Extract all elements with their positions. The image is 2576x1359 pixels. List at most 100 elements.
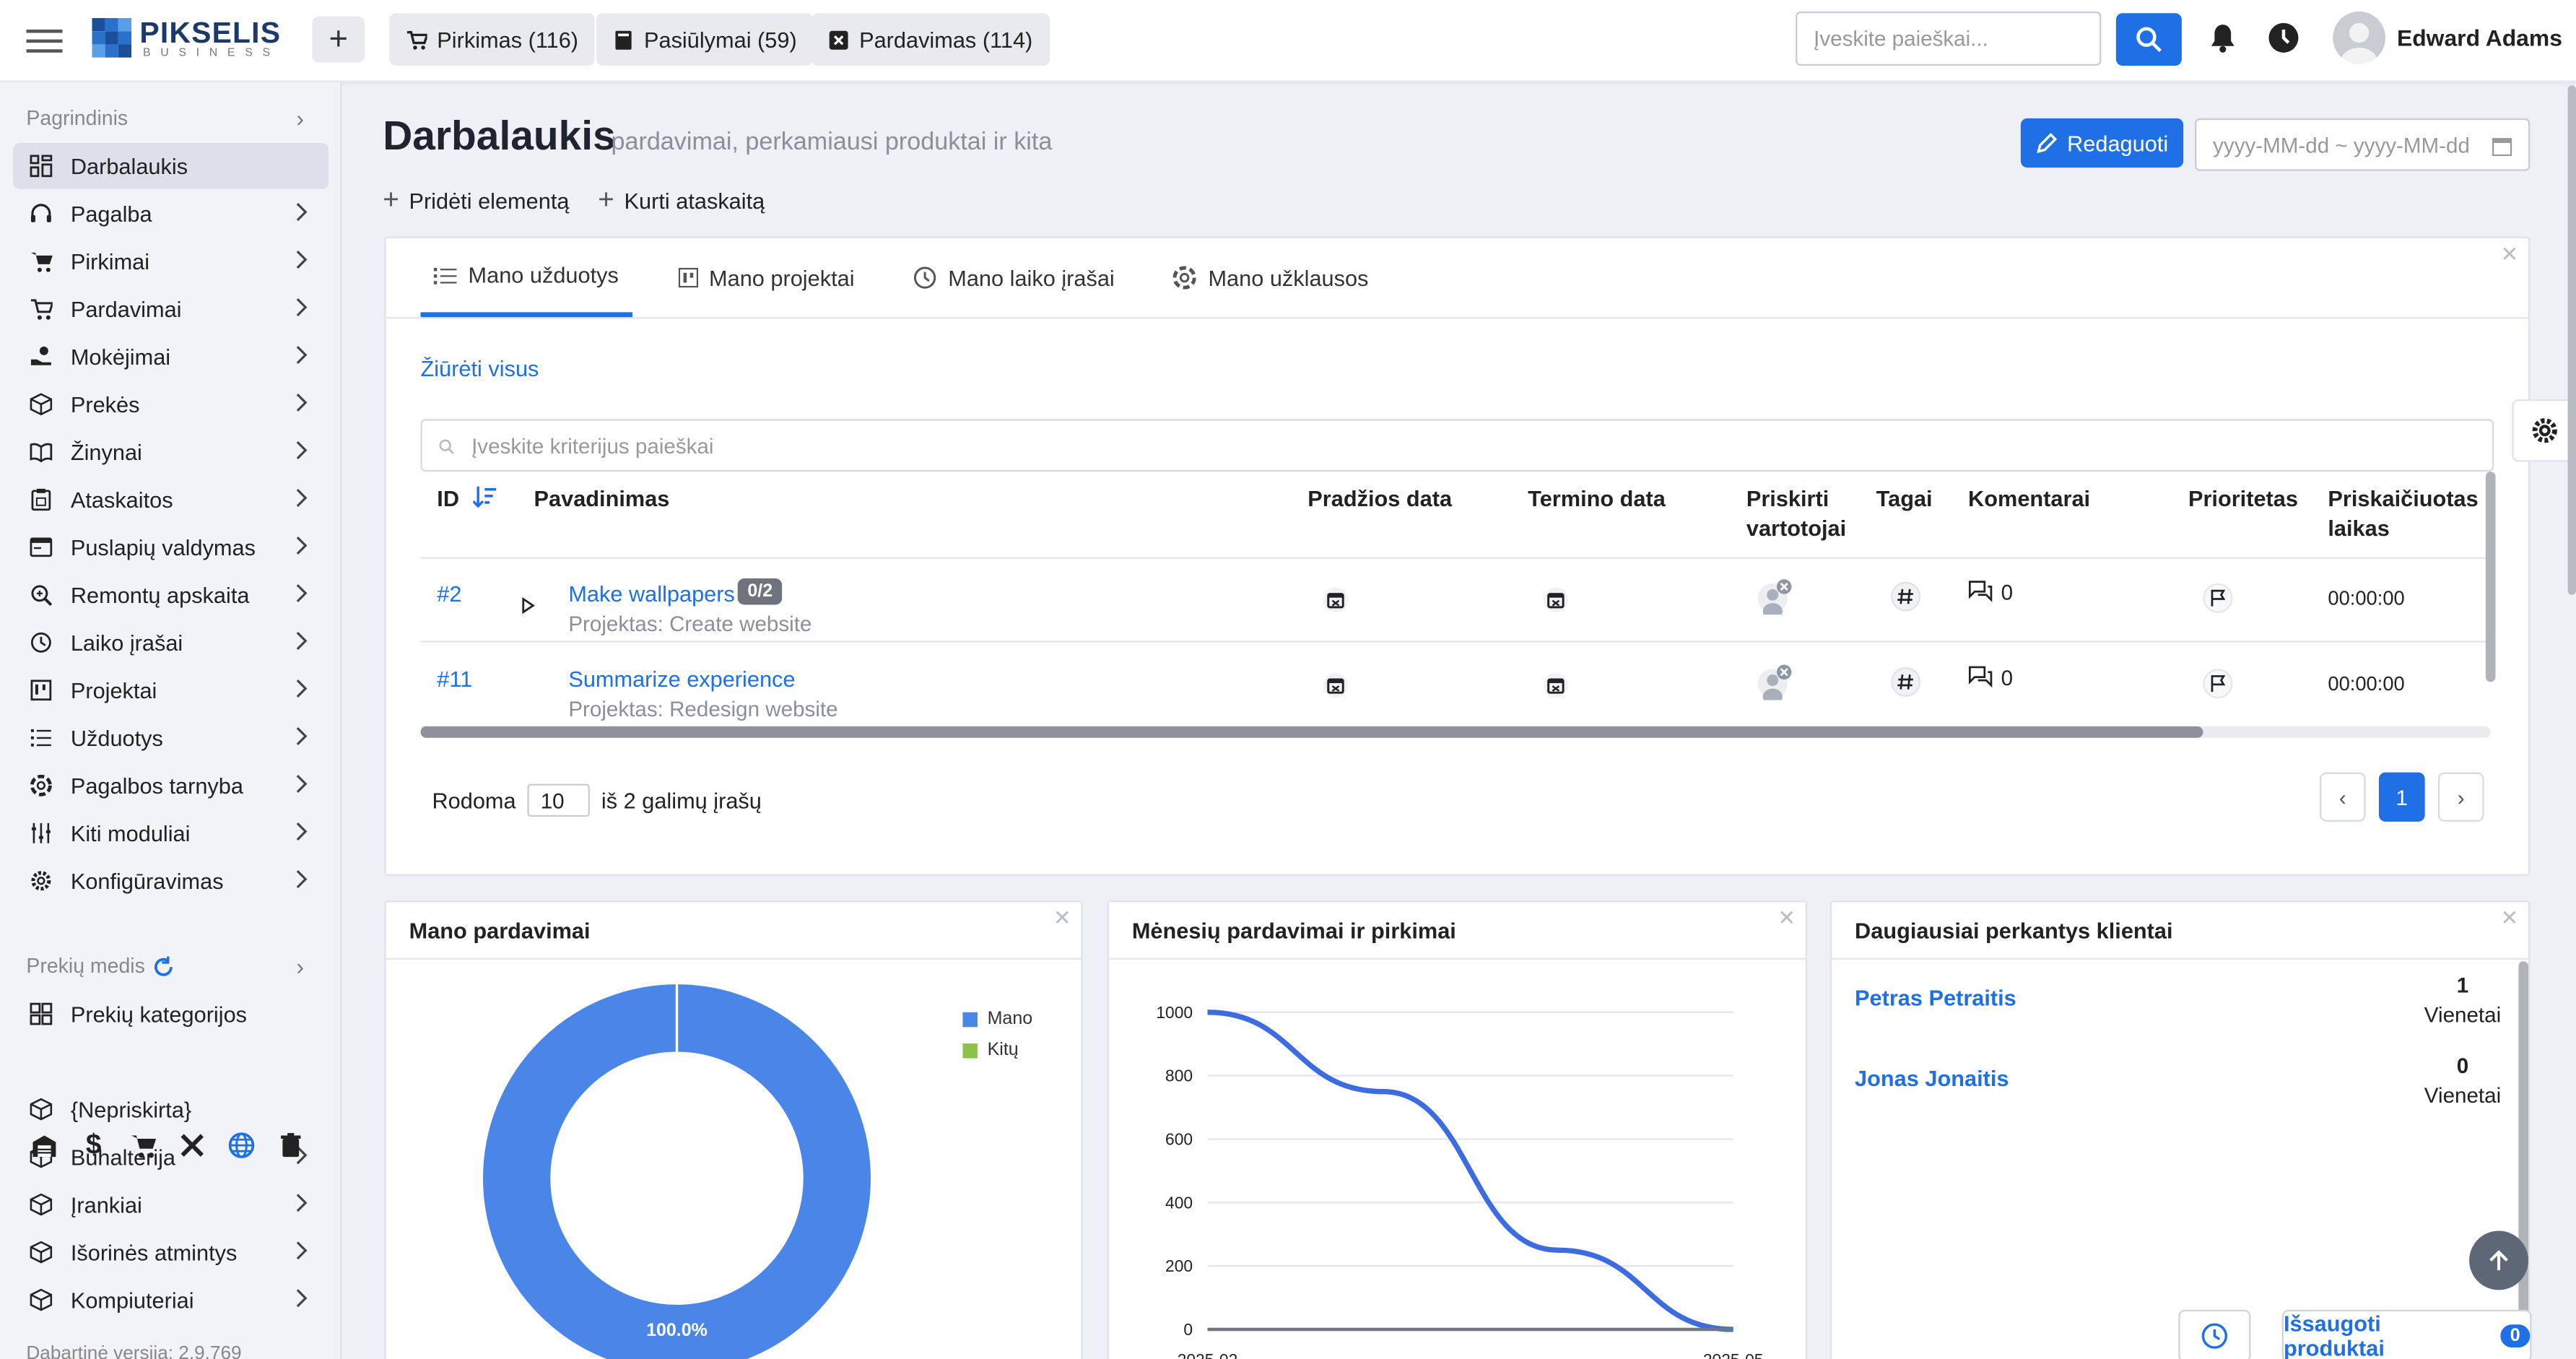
next-page-button[interactable]: › (2437, 772, 2484, 822)
tab-my-tasks[interactable]: Mano užduotys (420, 238, 632, 318)
close-icon[interactable]: ✕ (1777, 906, 1796, 932)
global-search-input[interactable]: Įveskite paieškai... (1796, 11, 2102, 66)
column-header-priority[interactable]: Prioritetas (2188, 485, 2298, 514)
tree-item-isorines-atmintys[interactable]: Išorinės atmintys (13, 1229, 328, 1275)
column-header-id[interactable]: ID (437, 485, 459, 514)
edit-button[interactable]: Redaguoti (2020, 118, 2184, 168)
tree-item-prekiu-kategorijos[interactable]: Prekių kategorijos (13, 991, 328, 1037)
assign-user-icon[interactable] (1757, 664, 1793, 700)
task-id-link[interactable]: #2 (437, 582, 461, 607)
sidebar-item-darbalaukis[interactable]: Darbalaukis (13, 142, 329, 189)
client-link[interactable]: Petras Petraitis (1855, 986, 2016, 1010)
tree-item-kompiuteriai[interactable]: Kompiuteriai (13, 1277, 328, 1323)
column-header-tags[interactable]: Tagai (1876, 485, 1933, 514)
sidebar-item-ataskaitos[interactable]: Ataskaitos (13, 477, 328, 523)
line-series-1[interactable] (1207, 1010, 1733, 1332)
start-date-calendar-icon[interactable] (1323, 672, 1349, 698)
view-all-link[interactable]: Žiūrėti visus (421, 357, 539, 381)
sidebar-item-projektai[interactable]: Projektai (13, 667, 328, 713)
scrollbar-thumb[interactable] (420, 726, 2203, 738)
tools-icon[interactable] (178, 1131, 207, 1160)
close-icon[interactable]: ✕ (2501, 242, 2519, 268)
tag-icon[interactable] (1891, 581, 1921, 612)
column-header-name[interactable]: Pavadinimas (534, 485, 670, 514)
settings-panel-toggle[interactable] (2512, 399, 2576, 462)
sidebar-item-pagalbos-tarnyba[interactable]: Pagalbos tarnyba (13, 763, 328, 809)
refresh-icon[interactable] (153, 956, 175, 978)
due-date-calendar-icon[interactable] (1543, 672, 1569, 698)
date-range-input[interactable]: yyyy-MM-dd ~ yyyy-MM-dd (2195, 118, 2531, 171)
sidebar-item-remontu-apskaita[interactable]: Remontų apskaita (13, 572, 328, 618)
tree-item-nepriskirta[interactable]: {Nepriskirta} (13, 1086, 328, 1132)
quick-purchases-button[interactable]: Pirkimas (116) (389, 13, 595, 66)
sidebar-item-laiko-irasai[interactable]: Laiko įrašai (13, 620, 328, 666)
sidebar-item-pardavimai[interactable]: Pardavimai (13, 286, 328, 332)
sidebar-item-kiti-moduliai[interactable]: Kiti moduliai (13, 810, 328, 856)
page-size-input[interactable]: 10 (527, 783, 590, 817)
tab-my-projects[interactable]: Mano projektai (665, 238, 868, 317)
priority-flag-icon[interactable] (2203, 669, 2233, 699)
comments-icon[interactable] (1968, 578, 1994, 604)
quick-sales-button[interactable]: Pardavimas (114) (811, 13, 1050, 66)
legend-item-mine[interactable]: Mano (962, 1009, 1032, 1029)
clock-icon[interactable] (2267, 22, 2300, 55)
globe-icon[interactable] (227, 1131, 256, 1160)
tab-my-tickets[interactable]: Mano užklausos (1160, 238, 1381, 317)
close-icon[interactable]: ✕ (1053, 906, 1071, 932)
chevron-right-icon[interactable]: › (296, 953, 304, 979)
trash-icon[interactable] (276, 1131, 305, 1160)
create-report-button[interactable]: + Kurti ataskaitą (598, 184, 765, 217)
sort-icon[interactable] (473, 486, 497, 508)
task-title-link[interactable]: Make wallpapers (568, 582, 735, 607)
logo[interactable]: PIKSELIS BUSINESS (92, 17, 289, 66)
column-header-due[interactable]: Termino data (1528, 485, 1666, 514)
search-button[interactable] (2115, 13, 2182, 66)
scroll-top-button[interactable] (2469, 1230, 2529, 1290)
sidebar-item-pirkimai[interactable]: Pirkimai (13, 238, 328, 285)
comments-icon[interactable] (1968, 664, 1994, 690)
close-icon[interactable]: ✕ (2501, 906, 2519, 932)
start-date-calendar-icon[interactable] (1323, 586, 1349, 612)
table-horizontal-scrollbar[interactable] (420, 726, 2491, 738)
column-header-assigned-1[interactable]: Priskirti (1746, 485, 1829, 514)
due-date-calendar-icon[interactable] (1543, 586, 1569, 612)
page-scrollbar[interactable] (2567, 85, 2576, 595)
expand-icon[interactable] (521, 596, 535, 615)
column-header-assigned-2[interactable]: vartotojai (1746, 514, 1846, 544)
task-id-link[interactable]: #11 (437, 667, 472, 692)
priority-flag-icon[interactable] (2203, 583, 2233, 613)
legend-item-others[interactable]: Kitų (962, 1041, 1019, 1060)
sidebar-item-mokejimai[interactable]: Mokėjimai (13, 334, 328, 380)
chevron-right-icon[interactable]: › (296, 105, 304, 131)
prev-page-button[interactable]: ‹ (2320, 772, 2366, 822)
tab-my-time-entries[interactable]: Mano laiko įrašai (900, 238, 1128, 317)
tree-item-irankiai[interactable]: Įrankiai (13, 1181, 328, 1228)
column-header-comments[interactable]: Komentarai (1968, 485, 2090, 514)
add-element-button[interactable]: + Pridėti elementą (383, 184, 569, 217)
sidebar-item-puslapiu-valdymas[interactable]: Puslapių valdymas (13, 524, 328, 570)
tasks-search-input[interactable]: Įveskite kriterijus paieškai (420, 419, 2494, 472)
assign-user-icon[interactable] (1757, 578, 1793, 615)
sidebar-item-uzduotys[interactable]: Užduotys (13, 715, 328, 761)
sidebar-item-pagalba[interactable]: Pagalba (13, 191, 328, 237)
cart-icon[interactable] (128, 1131, 157, 1160)
page-button-1[interactable]: 1 (2378, 772, 2425, 822)
task-title-link[interactable]: Summarize experience (568, 667, 795, 692)
widget-scrollbar[interactable] (2518, 961, 2529, 1356)
dollar-icon[interactable]: $ (79, 1129, 108, 1160)
column-header-calc-time-2[interactable]: laikas (2328, 514, 2389, 544)
history-button[interactable] (2178, 1309, 2251, 1359)
pie-slice-mano[interactable] (483, 984, 871, 1359)
user-name[interactable]: Edward Adams (2397, 25, 2562, 51)
sidebar-item-konfiguravimas[interactable]: Konfigūravimas (13, 858, 328, 904)
client-link[interactable]: Jonas Jonaitis (1855, 1067, 2009, 1091)
table-vertical-scrollbar[interactable] (2485, 472, 2496, 682)
tag-icon[interactable] (1891, 667, 1921, 697)
sidebar-section-main[interactable]: Pagrindinis (26, 107, 128, 130)
sidebar-item-zinynai[interactable]: Žinynai (13, 429, 328, 475)
saved-products-button[interactable]: Išsaugoti produktai 0 (2281, 1309, 2532, 1359)
avatar[interactable] (2333, 11, 2386, 64)
bell-icon[interactable] (2206, 22, 2240, 55)
sidebar-item-prekes[interactable]: Prekės (13, 381, 328, 427)
quick-proposals-button[interactable]: Pasiūlymai (59) (596, 13, 814, 66)
